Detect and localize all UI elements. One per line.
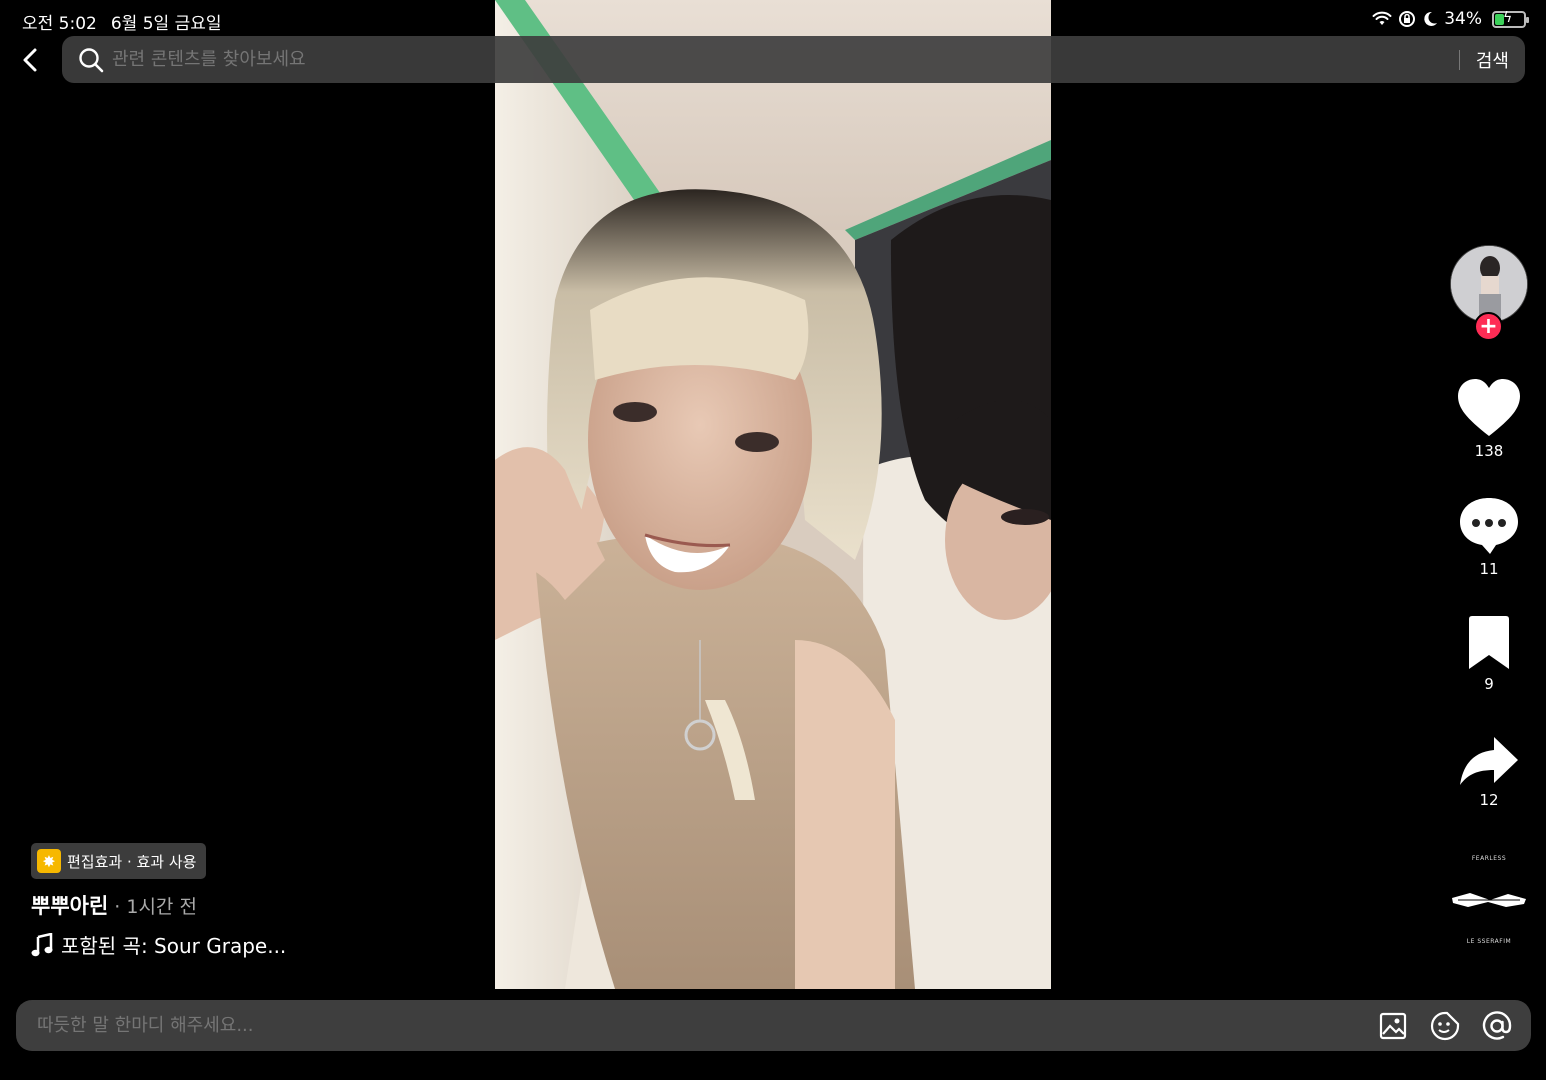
battery-charging-icon: ϟ xyxy=(1492,9,1529,28)
post-time: · 1시간 전 xyxy=(114,896,197,918)
author-name[interactable]: 뿌뿌아린 xyxy=(31,890,108,920)
bookmark-count: 9 xyxy=(1484,675,1494,693)
status-date: 6월 5일 금요일 xyxy=(110,14,222,34)
disc-album-title: FEARLESS xyxy=(1471,855,1507,862)
status-time: 오전 5:02 xyxy=(22,14,97,34)
battery-percent: 34% xyxy=(1444,9,1482,29)
music-title: 포함된 곡: Sour Grape... xyxy=(61,934,287,958)
status-bar-left: 오전 5:02 6월 5일 금요일 xyxy=(22,9,222,34)
music-note-icon xyxy=(31,932,53,956)
sticker-icon xyxy=(1430,1011,1460,1040)
effect-label: 편집효과 · 효과 사용 xyxy=(67,852,197,871)
follow-button[interactable]: + xyxy=(1474,312,1503,341)
wifi-icon xyxy=(1372,11,1392,25)
comment-button[interactable]: 11 xyxy=(1448,496,1530,578)
music-disc[interactable]: FEARLESS LE SSERAFIM xyxy=(1450,855,1528,945)
search-icon xyxy=(79,47,104,72)
sparkle-icon: ✸ xyxy=(37,849,61,873)
mention-button[interactable] xyxy=(1477,1006,1517,1046)
bookmark-icon xyxy=(1469,616,1509,669)
orientation-lock-icon xyxy=(1399,11,1416,27)
do-not-disturb-icon xyxy=(1424,11,1438,26)
album-art-icon xyxy=(1452,893,1526,907)
comment-bar[interactable] xyxy=(16,1000,1531,1051)
at-mention-icon xyxy=(1482,1010,1512,1040)
status-bar-right: 34% ϟ xyxy=(1372,9,1529,29)
battery-tip xyxy=(1526,16,1529,23)
share-button[interactable]: 12 xyxy=(1448,735,1530,809)
video-frame xyxy=(495,0,1051,989)
search-input[interactable] xyxy=(112,49,1459,70)
search-bar[interactable]: 검색 xyxy=(62,36,1525,83)
disc-artist: LE SSERAFIM xyxy=(1466,938,1512,945)
comment-input[interactable] xyxy=(37,1015,1373,1036)
video-player[interactable] xyxy=(495,0,1051,989)
image-icon xyxy=(1379,1012,1407,1039)
heart-icon xyxy=(1458,379,1520,436)
back-button[interactable] xyxy=(14,44,46,76)
effect-badge[interactable]: ✸ 편집효과 · 효과 사용 xyxy=(31,843,207,879)
bookmark-button[interactable]: 9 xyxy=(1448,615,1530,693)
author-line: 뿌뿌아린 · 1시간 전 xyxy=(31,890,197,920)
bolt-icon: ϟ xyxy=(1503,9,1513,26)
search-submit-button[interactable]: 검색 xyxy=(1476,47,1509,73)
search-divider xyxy=(1458,49,1460,70)
share-count: 12 xyxy=(1479,791,1499,809)
music-line[interactable]: 포함된 곡: Sour Grape... xyxy=(31,930,286,959)
like-button[interactable]: 138 xyxy=(1448,378,1530,460)
image-button[interactable] xyxy=(1373,1006,1413,1046)
sticker-button[interactable] xyxy=(1425,1006,1465,1046)
share-arrow-icon xyxy=(1460,737,1518,785)
comment-bubble-icon xyxy=(1460,498,1518,554)
like-count: 138 xyxy=(1474,442,1504,460)
comment-count: 11 xyxy=(1479,560,1499,578)
chevron-left-icon xyxy=(23,48,37,72)
